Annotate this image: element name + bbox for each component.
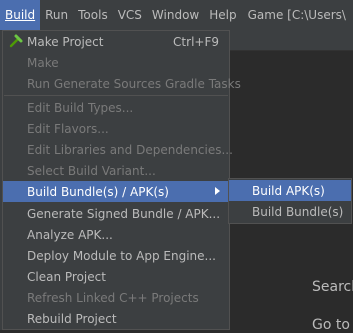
menu-separator (4, 95, 228, 96)
menu-item-clean-project[interactable]: Clean Project (3, 266, 229, 287)
submenu-item-build-apk[interactable]: Build APK(s) (229, 180, 351, 201)
menu-item-label: Analyze APK... (27, 227, 113, 242)
menu-item-label: Make (27, 55, 59, 70)
menu-item-label: Edit Libraries and Dependencies... (27, 142, 233, 157)
menu-window-label: Window (151, 8, 200, 22)
menu-item-label: Run Generate Sources Gradle Tasks (27, 76, 241, 91)
menu-item-label: Build Bundle(s) / APK(s) (27, 184, 169, 199)
menu-tools[interactable]: Tools (73, 0, 113, 30)
menu-item-label: Deploy Module to App Engine... (27, 248, 216, 263)
menu-item-label: Select Build Variant... (27, 163, 156, 178)
menu-help-label: Help (209, 8, 237, 22)
build-menu-dropdown: Make Project Ctrl+F9 Make Run Generate S… (2, 30, 241, 330)
menu-item-edit-flavors: Edit Flavors... (3, 118, 229, 139)
menu-help[interactable]: Help (204, 0, 241, 30)
menu-item-label: Generate Signed Bundle / APK... (27, 206, 221, 221)
menu-build[interactable]: Build (0, 0, 41, 30)
editor-hint-goto: Go to (312, 317, 350, 333)
editor-tab-strip (230, 30, 353, 51)
menu-item-label: Make Project (27, 34, 104, 49)
menu-item-analyze-apk[interactable]: Analyze APK... (3, 224, 229, 245)
menu-item-run-generate-sources: Run Generate Sources Gradle Tasks (3, 73, 241, 94)
menu-item-refresh-linked-cpp: Refresh Linked C++ Projects (3, 287, 229, 308)
submenu-item-label: Build APK(s) (252, 183, 325, 198)
menu-build-label: Build (5, 8, 36, 22)
menu-item-deploy-module[interactable]: Deploy Module to App Engine... (3, 245, 229, 266)
menu-bar: Build Run Tools VCS Window Help Game [C:… (0, 0, 353, 30)
menu-vcs[interactable]: VCS (113, 0, 147, 30)
editor-hint-search: Search (312, 279, 353, 295)
menu-item-rebuild-project[interactable]: Rebuild Project (3, 308, 229, 329)
menu-run[interactable]: Run (40, 0, 73, 30)
window-title: Game [C:\Users\ (247, 8, 346, 22)
menu-item-build-bundle-apk[interactable]: Build Bundle(s) / APK(s) (3, 181, 229, 202)
menu-item-label: Edit Build Types... (27, 100, 134, 115)
build-bundle-submenu: Build APK(s) Build Bundle(s) (228, 178, 352, 224)
menu-item-label: Refresh Linked C++ Projects (27, 290, 199, 305)
menu-vcs-label: VCS (117, 8, 142, 22)
submenu-item-label: Build Bundle(s) (252, 204, 344, 219)
menu-item-edit-libraries: Edit Libraries and Dependencies... (3, 139, 233, 160)
menu-item-label: Rebuild Project (27, 311, 117, 326)
menu-item-label: Edit Flavors... (27, 121, 109, 136)
menu-item-select-build-variant: Select Build Variant... (3, 160, 229, 181)
hammer-icon (9, 34, 23, 48)
submenu-item-build-bundle[interactable]: Build Bundle(s) (229, 201, 351, 222)
shortcut-label: Ctrl+F9 (173, 34, 219, 49)
menu-window[interactable]: Window (147, 0, 204, 30)
menu-item-edit-build-types: Edit Build Types... (3, 97, 229, 118)
submenu-arrow-icon (215, 187, 220, 195)
menu-run-label: Run (45, 8, 69, 22)
menu-item-label: Clean Project (27, 269, 106, 284)
menu-item-make: Make (3, 52, 229, 73)
menu-item-generate-signed-bundle[interactable]: Generate Signed Bundle / APK... (3, 203, 229, 224)
menu-item-make-project[interactable]: Make Project Ctrl+F9 (3, 31, 229, 52)
menu-tools-label: Tools (78, 8, 108, 22)
